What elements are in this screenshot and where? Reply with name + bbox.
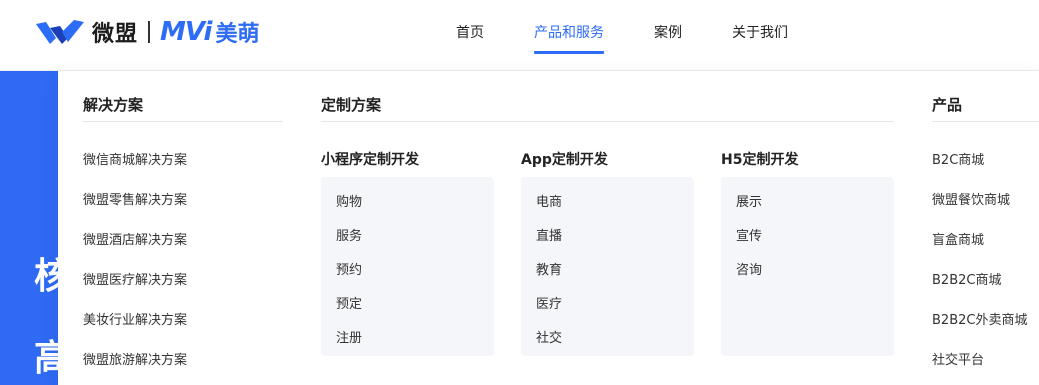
solutions-title: 解决方案 (83, 96, 144, 114)
nav-home[interactable]: 首页 (456, 22, 484, 42)
custom-item[interactable]: 预定 (336, 293, 362, 312)
custom-divider (321, 121, 894, 122)
product-link[interactable]: B2B2C商城 (932, 269, 1001, 288)
app-dev-title[interactable]: App定制开发 (521, 149, 608, 169)
product-link[interactable]: 盲盒商城 (932, 229, 984, 248)
app-dev-box: 电商 直播 教育 医疗 社交 (521, 177, 694, 356)
miniprogram-dev-box: 购物 服务 预约 预定 注册 (321, 177, 494, 356)
custom-item[interactable]: 展示 (736, 191, 762, 210)
custom-item[interactable]: 宣传 (736, 225, 762, 244)
logo[interactable]: 微盟 MVi 美萌 (34, 16, 259, 48)
product-link[interactable]: B2B2C外卖商城 (932, 309, 1027, 328)
solution-link[interactable]: 美妆行业解决方案 (83, 309, 187, 328)
solution-link[interactable]: 微信商城解决方案 (83, 149, 187, 168)
solution-link[interactable]: 微盟零售解决方案 (83, 189, 187, 208)
custom-title: 定制方案 (321, 96, 382, 114)
custom-item[interactable]: 电商 (536, 191, 562, 210)
products-dropdown-panel: 解决方案 微信商城解决方案 微盟零售解决方案 微盟酒店解决方案 微盟医疗解决方案… (58, 71, 1039, 385)
solution-link[interactable]: 微盟旅游解决方案 (83, 349, 187, 368)
custom-item[interactable]: 医疗 (536, 293, 562, 312)
h5-dev-title[interactable]: H5定制开发 (721, 149, 798, 169)
h5-dev-box: 展示 宣传 咨询 (721, 177, 894, 356)
products-divider (932, 121, 1039, 122)
logo-divider (148, 21, 151, 43)
custom-item[interactable]: 服务 (336, 225, 362, 244)
logo-brand-mark: MVi (160, 17, 212, 47)
top-header: 微盟 MVi 美萌 首页 产品和服务 案例 关于我们 (0, 0, 1039, 71)
logo-mark-icon (36, 20, 84, 44)
products-title: 产品 (932, 96, 963, 114)
custom-item[interactable]: 咨询 (736, 259, 762, 278)
hero-banner: 核 高 (0, 71, 58, 385)
miniprogram-dev-title[interactable]: 小程序定制开发 (321, 149, 419, 169)
product-link[interactable]: B2C商城 (932, 149, 984, 168)
solution-link[interactable]: 微盟酒店解决方案 (83, 229, 187, 248)
logo-brand-cn: 微盟 (92, 22, 139, 47)
custom-item[interactable]: 社交 (536, 327, 562, 346)
nav-about-us[interactable]: 关于我们 (732, 22, 788, 42)
custom-item[interactable]: 购物 (336, 191, 362, 210)
nav-cases[interactable]: 案例 (654, 22, 682, 42)
custom-item[interactable]: 直播 (536, 225, 562, 244)
nav-active-indicator (534, 51, 604, 54)
logo-brand-sub: 美萌 (215, 22, 260, 47)
solution-link[interactable]: 微盟医疗解决方案 (83, 269, 187, 288)
custom-item[interactable]: 教育 (536, 259, 562, 278)
nav-products-services[interactable]: 产品和服务 (534, 22, 604, 42)
hero-glyph-2: 高 (34, 338, 58, 379)
solutions-divider (83, 121, 283, 122)
product-link[interactable]: 社交平台 (932, 349, 984, 368)
custom-item[interactable]: 注册 (336, 327, 362, 346)
custom-item[interactable]: 预约 (336, 259, 362, 278)
hero-glyph-1: 核 (34, 256, 58, 297)
product-link[interactable]: 微盟餐饮商城 (932, 189, 1010, 208)
